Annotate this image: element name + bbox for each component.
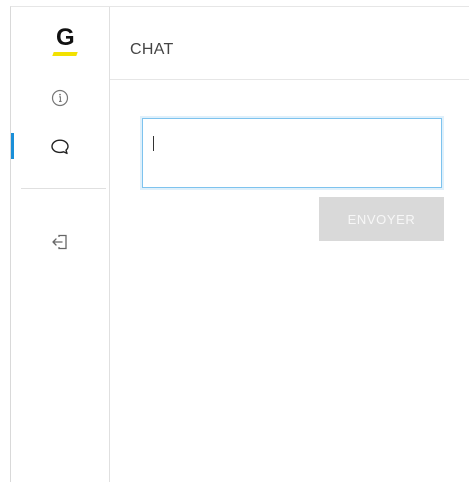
sidebar-item-info[interactable] <box>11 82 109 114</box>
sidebar-item-chat[interactable] <box>11 131 109 163</box>
chat-bubble-icon <box>51 139 69 155</box>
active-indicator <box>11 133 14 159</box>
sidebar-item-logout[interactable] <box>11 226 109 258</box>
chat-message-input[interactable] <box>142 118 442 188</box>
page-title: CHAT <box>130 41 174 58</box>
send-button[interactable]: ENVOYER <box>319 197 444 241</box>
brand-logo[interactable]: G <box>52 24 79 56</box>
logo-letter: G <box>56 24 75 51</box>
logo-underline <box>52 52 78 56</box>
app-frame: G CHAT ENVOYER <box>10 6 469 482</box>
page-header: CHAT <box>110 7 469 80</box>
sidebar: G <box>11 7 110 482</box>
info-icon <box>51 89 69 107</box>
text-caret <box>153 136 154 151</box>
sidebar-divider <box>21 188 106 189</box>
logout-icon <box>52 234 67 250</box>
